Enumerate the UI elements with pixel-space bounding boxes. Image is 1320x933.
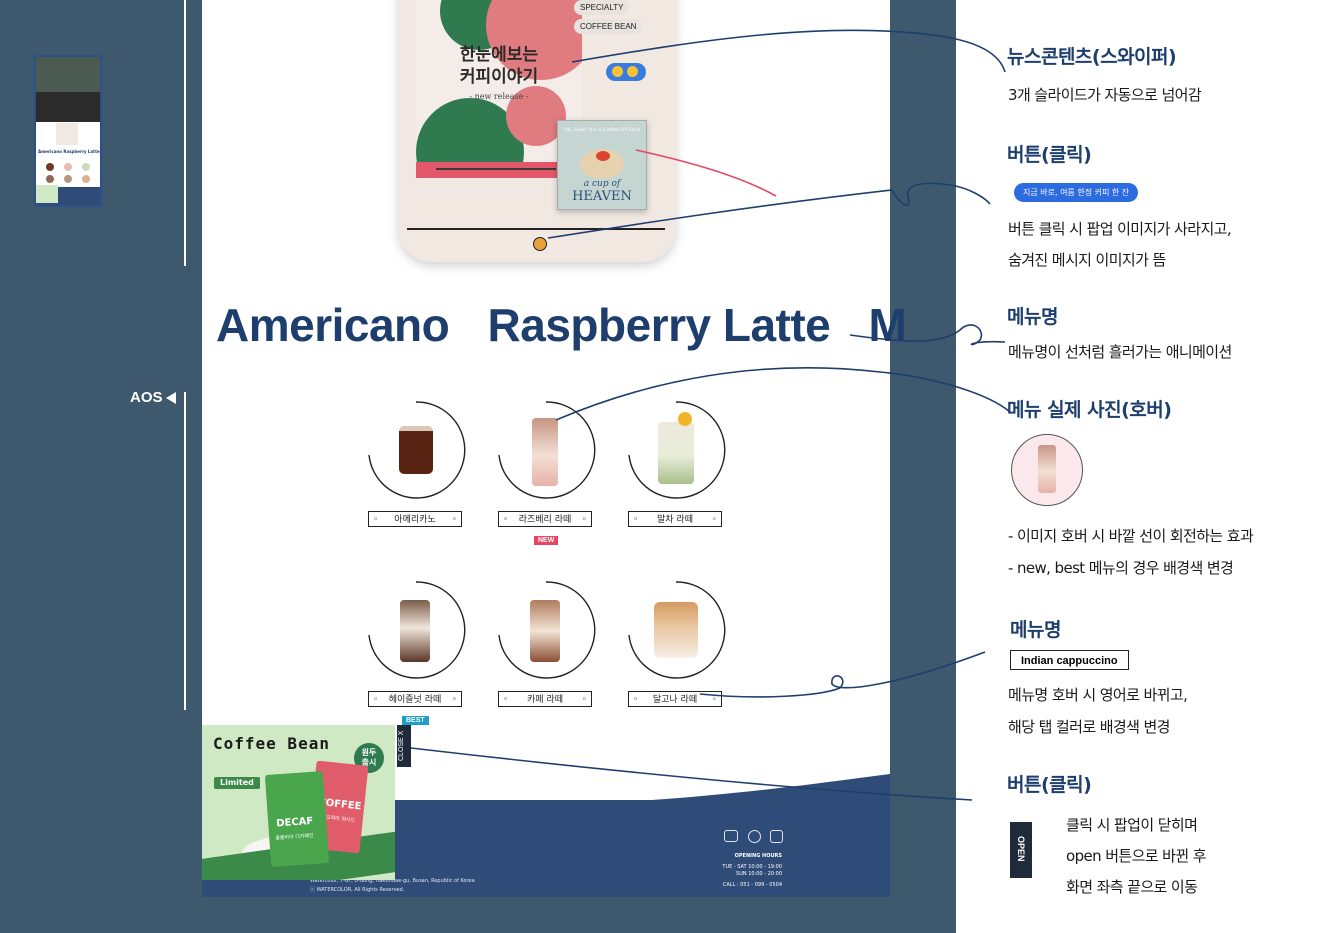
- opening-hours-title: OPENING HOURS: [734, 853, 782, 859]
- best-badge: BEST: [402, 716, 429, 725]
- message-image-heaven: Oh, look! It's a Coffee O'Clock a cup of…: [557, 120, 647, 210]
- scroll-guide-line-top: [184, 0, 186, 266]
- smile-emoji-icon: [627, 66, 638, 77]
- bag-green-label: DECAF: [275, 815, 314, 830]
- new-badge: NEW: [534, 536, 559, 545]
- smile-emoji-icon: [612, 66, 623, 77]
- hours-sunday: SUN 10:00 - 20:00: [736, 871, 782, 877]
- annotation-menu-name-desc: 메뉴명이 선처럼 흘러가는 애니메이션: [1008, 343, 1232, 361]
- tag-chip-coffee-bean: COFFEE BEAN: [574, 19, 643, 34]
- aos-label: AOS: [130, 389, 163, 406]
- annotation-button-title: 버튼(클릭): [1007, 144, 1092, 166]
- marquee-item: Americano: [216, 299, 450, 351]
- hover-photo-example: [1011, 434, 1083, 506]
- heaven-line1: a cup of: [583, 179, 621, 189]
- page-thumbnail[interactable]: Americano Raspberry Latte: [34, 55, 102, 207]
- aos-arrow-icon: [166, 392, 176, 404]
- menu-label-hover-example[interactable]: Indian cappuccino: [1010, 650, 1129, 670]
- slide-subtitle: - new release -: [469, 92, 529, 101]
- popup-title: Coffee Bean: [213, 734, 330, 753]
- annotation-menu-hover-desc1: 메뉴명 호버 시 영어로 바뀌고,: [1008, 686, 1188, 704]
- chat-button-icon[interactable]: [533, 237, 547, 251]
- annotation-menu-hover-title: 메뉴명: [1010, 619, 1061, 641]
- coffee-bag-green: DECAF 콜롬비아 디카페인: [264, 771, 330, 867]
- annotation-close-title: 버튼(클릭): [1007, 774, 1092, 796]
- footer-call: CALL : 051 - 099 - 0504: [722, 882, 782, 888]
- annotation-news-title: 뉴스콘텐츠(스와이퍼): [1007, 46, 1177, 68]
- annotation-menu-hover-desc2: 해당 탭 컬러로 배경색 변경: [1008, 718, 1170, 736]
- annotation-button-desc1: 버튼 클릭 시 팝업 이미지가 사라지고,: [1008, 220, 1232, 238]
- annotation-photo-desc1: - 이미지 호버 시 바깥 선이 회전하는 효과: [1008, 527, 1254, 545]
- thumb-popup: [36, 185, 58, 203]
- heaven-caption: Oh, look! It's a Coffee O'Clock: [563, 127, 641, 133]
- slide-title-line2: 커피이야기: [459, 67, 539, 87]
- raspberry-latte-photo: [532, 418, 558, 486]
- marquee-item: M: [868, 299, 907, 351]
- tag-chip-specialty: SPECIALTY: [574, 0, 630, 15]
- americano-photo: [399, 426, 433, 474]
- hours-weekday: TUE - SAT 10:00 - 19:00: [722, 864, 782, 870]
- coffee-bean-popup[interactable]: Coffee Bean Limited 원두 출시 COFFEE 에티오피아 워…: [202, 725, 395, 880]
- youtube-icon[interactable]: [724, 830, 738, 842]
- slide-pagination[interactable]: [436, 168, 556, 170]
- menu-label-hazelnut-latte[interactable]: 헤이즐넛 라떼: [368, 691, 462, 708]
- thumb-hero: [36, 57, 100, 92]
- annotation-close-desc3: 화면 좌측 끝으로 이동: [1066, 878, 1198, 896]
- menu-label-matcha-latte[interactable]: 말차 라떼: [628, 511, 722, 528]
- menu-label-cafe-latte[interactable]: 카페 라떼: [498, 691, 592, 708]
- thumb-marquee: Americano Raspberry Latte: [38, 149, 100, 154]
- annotation-photo-desc2: - new, best 메뉴의 경우 배경색 변경: [1008, 559, 1234, 577]
- limited-tag: Limited: [214, 777, 260, 789]
- annotation-button-desc2: 숨겨진 메시지 이미지가 뜸: [1008, 251, 1166, 269]
- thumb-phone: [56, 123, 78, 145]
- instagram-icon[interactable]: [770, 830, 783, 843]
- annotation-close-desc1: 클릭 시 팝업이 닫히며: [1066, 816, 1198, 834]
- seal-line1: 원두: [361, 748, 377, 757]
- annotation-menu-name-title: 메뉴명: [1007, 306, 1058, 328]
- bag-green-sub: 콜롬비아 디카페인: [275, 832, 314, 842]
- heaven-flower: [596, 151, 610, 161]
- dalgona-latte-photo: [654, 602, 698, 658]
- thumb-dark-band: [36, 92, 100, 122]
- slide-title-line1: 한눈에보는: [459, 45, 539, 65]
- annotation-close-desc2: open 버튼으로 바뀐 후: [1066, 847, 1207, 865]
- matcha-latte-photo: [658, 422, 694, 484]
- emoji-chat-bubble: [606, 63, 646, 81]
- menu-label-americano[interactable]: 아메리카노: [368, 511, 462, 528]
- menu-label-raspberry-latte[interactable]: 라즈베리 라떼: [498, 511, 592, 528]
- cafe-latte-photo: [530, 600, 560, 662]
- scroll-guide-line-bottom: [184, 392, 186, 710]
- summer-coffee-button[interactable]: 지금 바로, 여름 한정 커피 한 잔: [1014, 183, 1139, 202]
- marquee-item: Raspberry Latte: [487, 299, 831, 351]
- menu-name-marquee: Americano Raspberry Latte M: [216, 298, 907, 352]
- annotation-photo-title: 메뉴 실제 사진(호버): [1007, 399, 1172, 421]
- footer-copyright: ⓒ WATERCOLOR, All Rights Reserved.: [310, 887, 405, 893]
- heaven-line2: HEAVEN: [572, 189, 632, 204]
- popup-open-button[interactable]: OPEN: [1010, 822, 1032, 878]
- thumb-menu: [40, 161, 96, 185]
- facebook-icon[interactable]: [748, 830, 761, 843]
- phone-bar: [407, 228, 665, 230]
- hazelnut-latte-photo: [400, 600, 430, 662]
- hover-photo-drink: [1038, 445, 1056, 493]
- menu-label-dalgona-latte[interactable]: 달고나 라떼: [628, 691, 722, 708]
- annotation-news-desc: 3개 슬라이드가 자동으로 넘어감: [1008, 86, 1202, 104]
- popup-close-button[interactable]: CLOSE X: [397, 725, 411, 767]
- orange-garnish: [678, 412, 692, 426]
